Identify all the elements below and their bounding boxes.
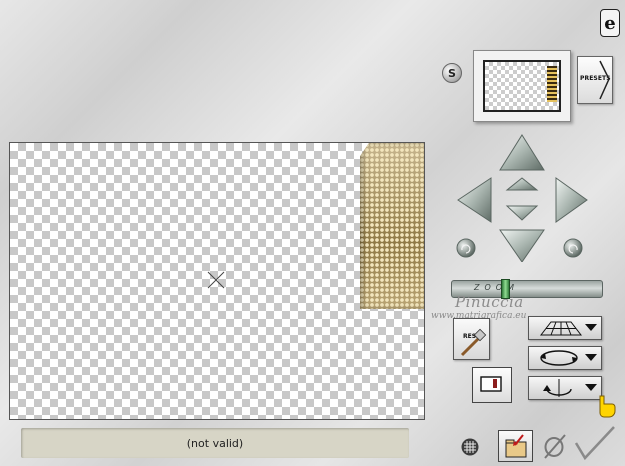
chevron-down-icon (585, 324, 597, 331)
rotate-right-icon[interactable] (563, 238, 583, 258)
perspective-grid-icon (539, 321, 583, 336)
pattern-layer (360, 143, 424, 309)
thumbnail-pattern (547, 66, 557, 102)
status-text: (not valid) (186, 436, 244, 450)
zoom-out-icon[interactable] (505, 205, 539, 221)
flip-dropdown[interactable] (528, 376, 602, 400)
cancel-icon[interactable] (543, 433, 567, 459)
grid-icon[interactable] (461, 438, 479, 456)
flip-icon (543, 379, 572, 397)
reset-button[interactable]: RESET (453, 318, 490, 360)
rotate-circle-icon (540, 350, 578, 366)
preview-canvas[interactable] (9, 142, 425, 420)
arrow-down-icon[interactable] (499, 229, 545, 262)
zoom-label: ZOOM (474, 283, 519, 292)
perspective-dropdown[interactable] (528, 316, 602, 340)
rotate-dropdown[interactable] (528, 346, 602, 370)
presets-button[interactable]: PRESETS (577, 56, 613, 104)
rotate-left-icon[interactable] (456, 238, 476, 258)
thumbnail-preview[interactable] (473, 50, 571, 122)
frame-icon (480, 376, 502, 392)
open-file-button[interactable] (498, 430, 533, 462)
ok-check-icon[interactable] (572, 425, 616, 461)
navigation-pad (456, 134, 588, 262)
thumbnail-image (483, 60, 561, 112)
zoom-in-icon[interactable] (505, 177, 539, 191)
frame-toggle-button[interactable] (472, 367, 512, 403)
s-toggle-button[interactable]: S (442, 63, 462, 83)
brush-icon (460, 328, 487, 357)
s-label: S (448, 66, 456, 80)
watermark-name: Pinuccia (455, 293, 524, 311)
arrow-left-icon[interactable] (457, 177, 492, 223)
status-bar: (not valid) (21, 428, 409, 458)
arrow-up-icon[interactable] (499, 134, 545, 171)
e-logo-icon[interactable]: e (600, 9, 620, 37)
arrow-right-icon[interactable] (555, 177, 588, 223)
pointing-hand-icon (599, 395, 616, 418)
folder-open-icon (505, 434, 527, 458)
crosshair-icon (207, 271, 225, 289)
chevron-down-icon (585, 354, 597, 361)
chevron-down-icon (585, 384, 597, 391)
presets-arrow-icon (599, 60, 610, 100)
